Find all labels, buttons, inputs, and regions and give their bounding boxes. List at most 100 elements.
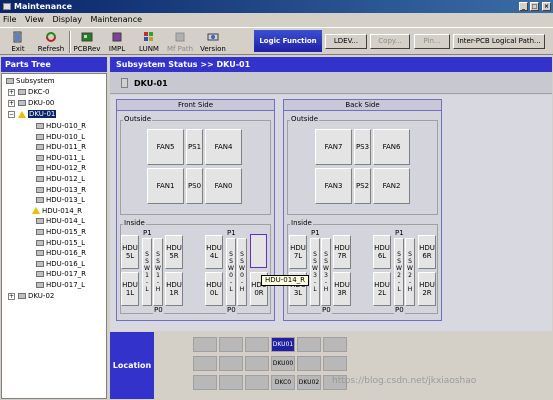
tree-item-subsystem[interactable]: Subsystem	[6, 76, 55, 86]
back-hdu-2l[interactable]: HDU 2L	[373, 272, 391, 306]
back-hdu-6r[interactable]: HDU 6R	[418, 235, 436, 269]
tree-item-hdu[interactable]: HDU-010_L	[36, 132, 85, 142]
menu-display[interactable]: Display	[49, 14, 85, 25]
front-ssw0-h[interactable]: S S W 0 - H	[237, 238, 247, 306]
front-hdu-1r[interactable]: HDU 1R	[165, 272, 183, 306]
location-cell[interactable]	[245, 337, 269, 352]
location-cell[interactable]	[219, 337, 243, 352]
pin-button[interactable]: Pin...	[414, 34, 450, 49]
location-cell[interactable]	[323, 356, 347, 371]
location-cell[interactable]	[193, 356, 217, 371]
lunm-icon	[144, 32, 153, 41]
mf-path-button[interactable]: Mf Path	[166, 29, 194, 55]
front-ssw1-h[interactable]: S S W 1 - H	[153, 238, 163, 306]
tree-item-hdu[interactable]: HDU-013_L	[36, 195, 85, 205]
tree-item-hdu[interactable]: HDU-017_L	[36, 280, 85, 290]
location-cell[interactable]	[219, 375, 243, 390]
maximize-button[interactable]: □	[530, 2, 539, 11]
version-label: Version	[200, 45, 226, 53]
tree-item-hdu[interactable]: HDU-015_R	[36, 227, 86, 237]
back-ps3[interactable]: PS3	[354, 129, 371, 165]
front-hdu-1l[interactable]: HDU 1L	[121, 272, 139, 306]
front-fan1[interactable]: FAN1	[147, 168, 184, 204]
location-cell[interactable]	[219, 356, 243, 371]
tree-item-hdu[interactable]: HDU-013_R	[36, 185, 86, 195]
impl-button[interactable]: IMPL	[106, 29, 128, 55]
tree-item-hdu[interactable]: HDU-014_R	[32, 206, 82, 216]
pcbrev-button[interactable]: PCBRev	[72, 29, 102, 55]
menu-maintenance[interactable]: Maintenance	[88, 14, 146, 25]
back-hdu-3r[interactable]: HDU 3R	[333, 272, 351, 306]
minimize-button[interactable]: _	[519, 2, 528, 11]
back-inside-label: Inside	[290, 219, 313, 227]
back-ssw2-h[interactable]: S S W 2 - H	[405, 238, 415, 306]
version-button[interactable]: Version	[199, 29, 227, 55]
back-hdu-6l[interactable]: HDU 6L	[373, 235, 391, 269]
menu-file[interactable]: File	[0, 14, 19, 25]
front-hdu-5l[interactable]: HDU 5L	[121, 235, 139, 269]
tree-item-hdu[interactable]: HDU-011_L	[36, 153, 85, 163]
front-ps0[interactable]: PS0	[186, 168, 203, 204]
collapse-dku01-icon[interactable]: −	[8, 111, 15, 118]
parts-tree[interactable]: Subsystem + DKC-0 + DKU-00 − DKU-01 + DK…	[1, 73, 107, 399]
front-ssw1-l[interactable]: S S W 1 - L	[142, 238, 152, 306]
tree-item-dku00[interactable]: DKU-00	[18, 98, 54, 108]
location-cell-dku00[interactable]: DKU00	[271, 356, 295, 371]
back-hdu-7l[interactable]: HDU 7L	[289, 235, 307, 269]
location-cell-dku02[interactable]: DKU02	[297, 375, 321, 390]
refresh-button[interactable]: Refresh	[35, 29, 67, 55]
tree-item-hdu[interactable]: HDU-012_R	[36, 163, 86, 173]
location-cell[interactable]	[193, 375, 217, 390]
back-ps2[interactable]: PS2	[354, 168, 371, 204]
front-hdu-0l[interactable]: HDU 0L	[205, 272, 223, 306]
back-ssw3-h[interactable]: S S W 3 - H	[321, 238, 331, 306]
front-ssw0-l[interactable]: S S W 0 - L	[226, 238, 236, 306]
expand-dku00-icon[interactable]: +	[8, 100, 15, 107]
front-fan5[interactable]: FAN5	[147, 129, 184, 165]
front-hdu-4r-highlighted[interactable]	[250, 234, 267, 268]
tree-item-dkc0[interactable]: DKC-0	[18, 87, 49, 97]
tree-item-hdu[interactable]: HDU-011_R	[36, 142, 86, 152]
front-fan0[interactable]: FAN0	[205, 168, 242, 204]
location-cell[interactable]	[297, 337, 321, 352]
expand-dku02-icon[interactable]: +	[8, 293, 15, 300]
expand-dkc0-icon[interactable]: +	[8, 89, 15, 96]
location-cell[interactable]	[193, 337, 217, 352]
back-fan2[interactable]: FAN2	[373, 168, 410, 204]
front-ps1[interactable]: PS1	[186, 129, 203, 165]
back-hdu-2r[interactable]: HDU 2R	[418, 272, 436, 306]
tree-item-hdu[interactable]: HDU-014_L	[36, 216, 85, 226]
front-hdu-5r[interactable]: HDU 5R	[165, 235, 183, 269]
tree-item-hdu[interactable]: HDU-016_R	[36, 248, 86, 258]
back-fan7[interactable]: FAN7	[315, 129, 352, 165]
menu-view[interactable]: View	[22, 14, 47, 25]
location-cell[interactable]	[245, 356, 269, 371]
back-hdu-7r[interactable]: HDU 7R	[333, 235, 351, 269]
ldev-button[interactable]: LDEV...	[325, 34, 367, 49]
location-cell-dkc0[interactable]: DKC0	[271, 375, 295, 390]
location-cell[interactable]	[297, 356, 321, 371]
front-p0-label-b: P0	[226, 306, 237, 314]
tree-item-hdu[interactable]: HDU-010_R	[36, 121, 86, 131]
close-button[interactable]: ×	[542, 2, 551, 11]
front-fan4[interactable]: FAN4	[205, 129, 242, 165]
location-cell[interactable]	[323, 337, 347, 352]
tree-item-dku02[interactable]: DKU-02	[18, 291, 54, 301]
inter-pcb-logical-path-button[interactable]: Inter-PCB Logical Path...	[453, 34, 545, 49]
front-p0-label-a: P0	[153, 306, 164, 314]
back-fan3[interactable]: FAN3	[315, 168, 352, 204]
tree-item-hdu[interactable]: HDU-012_L	[36, 174, 85, 184]
tree-item-hdu[interactable]: HDU-016_L	[36, 259, 85, 269]
tree-item-hdu[interactable]: HDU-015_L	[36, 238, 85, 248]
location-cell[interactable]	[245, 375, 269, 390]
back-fan6[interactable]: FAN6	[373, 129, 410, 165]
lunm-button[interactable]: LUNM	[136, 29, 162, 55]
tree-item-hdu[interactable]: HDU-017_R	[36, 269, 86, 279]
back-ssw3-l[interactable]: S S W 3 - L	[310, 238, 320, 306]
exit-button[interactable]: Exit	[5, 29, 31, 55]
tree-item-dku01[interactable]: DKU-01	[18, 109, 57, 119]
back-ssw2-l[interactable]: S S W 2 - L	[394, 238, 404, 306]
front-hdu-4l[interactable]: HDU 4L	[205, 235, 223, 269]
copy-button[interactable]: Copy...	[370, 34, 410, 49]
location-cell-dku01[interactable]: DKU01	[271, 337, 295, 352]
